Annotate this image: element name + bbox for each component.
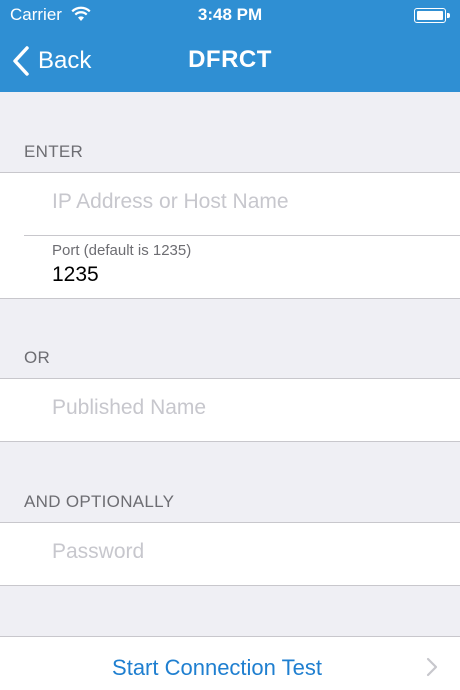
or-group xyxy=(0,378,460,442)
section-header-enter: ENTER xyxy=(24,142,84,161)
battery-icon xyxy=(414,8,450,23)
page-title: DFRCT xyxy=(188,46,272,73)
published-name-input[interactable] xyxy=(52,396,432,420)
host-input[interactable] xyxy=(52,190,432,214)
enter-group: Port (default is 1235) xyxy=(0,172,460,299)
password-row xyxy=(0,523,460,585)
host-row xyxy=(0,173,460,235)
port-input[interactable] xyxy=(52,263,432,287)
optional-group xyxy=(0,522,460,586)
password-input[interactable] xyxy=(52,540,432,564)
section-header-or: OR xyxy=(24,348,51,367)
published-row xyxy=(0,379,460,441)
start-connection-test-button[interactable]: Start Connection Test xyxy=(0,636,460,690)
navigation-bar: Back DFRCT xyxy=(0,30,460,92)
top-bar: Carrier 3:48 PM Back DFRCT xyxy=(0,0,460,92)
section-header-optional: AND OPTIONALLY xyxy=(24,492,175,511)
port-label: Port (default is 1235) xyxy=(52,242,192,259)
start-connection-test-label: Start Connection Test xyxy=(112,655,322,680)
status-time: 3:48 PM xyxy=(197,5,263,24)
chevron-right-icon xyxy=(426,657,438,677)
status-bar: Carrier 3:48 PM xyxy=(0,0,460,30)
port-row: Port (default is 1235) xyxy=(0,235,460,298)
